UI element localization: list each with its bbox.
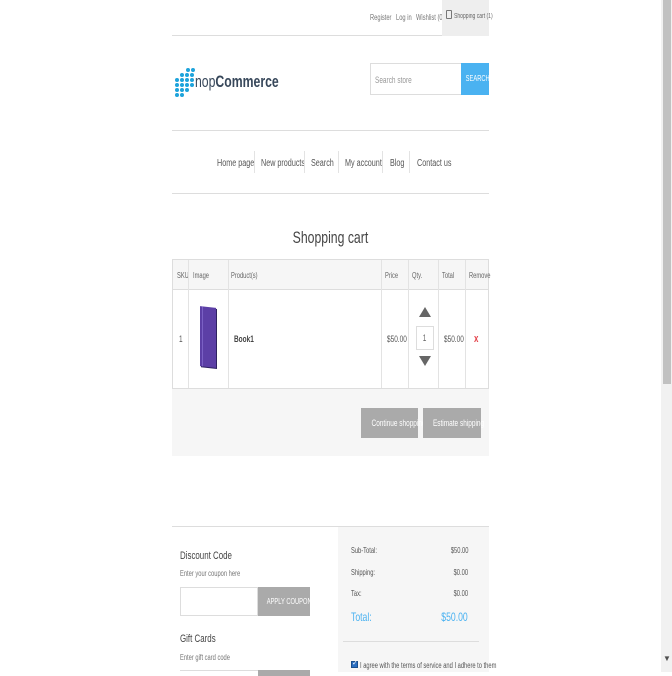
product-name-link[interactable]: Book1 bbox=[234, 334, 262, 344]
row-total: $50.00 bbox=[444, 334, 464, 344]
subtotal-label: Sub-Total: bbox=[351, 546, 377, 555]
discount-code-title: Discount Code bbox=[180, 550, 232, 562]
scrollbar-thumb[interactable] bbox=[663, 0, 671, 384]
subtotal-value: $50.00 bbox=[450, 546, 468, 555]
nav-contact-us[interactable]: Contact us bbox=[417, 158, 465, 169]
tax-label: Tax: bbox=[351, 589, 362, 598]
terms-checkbox[interactable] bbox=[351, 659, 358, 668]
logo-text: nopCommerce bbox=[195, 72, 279, 91]
header-links-bar: Register Log in Wishlist (0) Shopping ca… bbox=[172, 0, 493, 36]
qty-decrease-arrow-icon[interactable] bbox=[419, 356, 431, 366]
row-price: $50.00 bbox=[387, 334, 407, 344]
nav-blog[interactable]: Blog bbox=[390, 158, 410, 169]
coupon-code-input[interactable] bbox=[180, 587, 258, 616]
remove-item-icon[interactable]: x bbox=[474, 333, 480, 345]
main-navigation: Home page New products Search My account… bbox=[172, 130, 489, 194]
header-sku: SKU bbox=[177, 271, 189, 280]
header-products: Product(s) bbox=[231, 271, 258, 280]
product-image-book[interactable] bbox=[200, 306, 216, 368]
shopping-cart-link[interactable]: Shopping cart (1) bbox=[442, 0, 493, 36]
gift-cards-hint: Enter gift card code bbox=[180, 653, 230, 662]
order-total-value: $50.00 bbox=[441, 610, 468, 624]
gift-card-input[interactable] bbox=[180, 670, 258, 676]
coupon-section: Discount Code Enter your coupon here APP… bbox=[172, 527, 337, 676]
table-header-row: SKU Image Product(s) Price Qty. Total Re… bbox=[173, 260, 490, 290]
order-totals: Sub-Total: $50.00 Shipping: $0.00 Tax: $… bbox=[338, 527, 496, 672]
header-qty: Qty. bbox=[412, 271, 423, 280]
shopping-bag-icon bbox=[446, 10, 452, 19]
estimate-shipping-button[interactable]: Estimate shipping bbox=[423, 408, 484, 438]
header-image: Image bbox=[193, 271, 210, 280]
store-logo[interactable]: nopCommerce bbox=[172, 66, 279, 100]
continue-shopping-button[interactable]: Continue shopping bbox=[361, 408, 426, 438]
qty-increase-arrow-icon[interactable] bbox=[419, 307, 431, 317]
terms-label: I agree with the terms of service and I … bbox=[360, 661, 497, 670]
shipping-value: $0.00 bbox=[453, 568, 468, 577]
tax-value: $0.00 bbox=[453, 589, 468, 598]
search-input[interactable]: Search store bbox=[370, 63, 461, 95]
search-button[interactable]: SEARCH bbox=[461, 63, 490, 95]
cart-table: SKU Image Product(s) Price Qty. Total Re… bbox=[172, 259, 490, 389]
add-gift-card-button[interactable] bbox=[258, 670, 310, 676]
apply-coupon-button[interactable]: APPLY COUPON bbox=[258, 587, 312, 616]
order-total-label: Total: bbox=[351, 610, 372, 624]
scroll-down-arrow-icon[interactable]: ▼ bbox=[662, 654, 672, 664]
header-remove: Remove bbox=[469, 271, 491, 280]
row-sku: 1 bbox=[179, 334, 183, 344]
login-link[interactable]: Log in bbox=[396, 13, 418, 22]
header-total: Total bbox=[442, 271, 455, 280]
header-price: Price bbox=[385, 271, 399, 280]
discount-code-hint: Enter your coupon here bbox=[180, 569, 241, 578]
nav-my-account[interactable]: My account bbox=[345, 158, 396, 169]
page-title: Shopping cart bbox=[292, 228, 369, 247]
gift-cards-title: Gift Cards bbox=[180, 633, 216, 645]
cart-actions-bar: Continue shopping Estimate shipping bbox=[172, 389, 489, 456]
quantity-input[interactable]: 1 bbox=[416, 326, 434, 350]
shipping-label: Shipping: bbox=[351, 568, 376, 577]
